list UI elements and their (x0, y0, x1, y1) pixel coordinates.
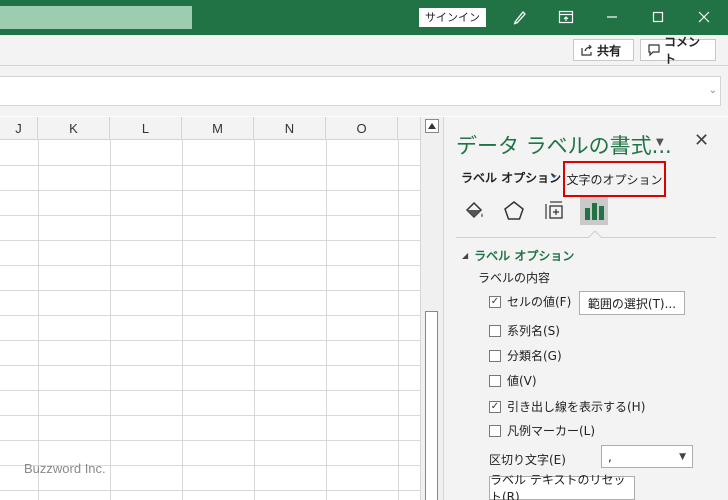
separator-value: , (608, 449, 612, 464)
formula-bar-area: ⌄ (0, 66, 728, 116)
tab-text-options-label: 文字のオプション (566, 172, 663, 187)
option-legend-key[interactable]: 凡例マーカー(L) (489, 422, 595, 439)
grid-line (0, 265, 420, 266)
grid-line (0, 440, 420, 441)
title-bar: サインイン (0, 0, 728, 35)
column-header-m[interactable]: M (182, 117, 254, 140)
share-label: 共有 (597, 43, 622, 58)
pane-title: データ ラベルの書式... (456, 134, 672, 158)
option-value[interactable]: 値(V) (489, 372, 537, 389)
grid-line (182, 140, 183, 500)
checkbox-series-name[interactable] (489, 324, 501, 337)
reset-label-text-button[interactable]: ラベル テキストのリセット(R) (489, 473, 635, 500)
option-cell-value[interactable]: ✓ セルの値(F) (489, 293, 571, 310)
grid-line (0, 240, 420, 241)
pane-close-icon[interactable]: ✕ (694, 130, 709, 151)
grid-line (0, 490, 420, 491)
option-series-name[interactable]: 系列名(S) (489, 322, 560, 339)
tab-text-options[interactable]: 文字のオプション (563, 161, 666, 197)
option-label: 引き出し線を表示する(H) (507, 400, 646, 414)
divider-notch (588, 230, 602, 238)
chevron-down-icon[interactable]: ⌄ (549, 167, 559, 181)
scroll-thumb[interactable] (425, 311, 438, 500)
maximize-icon[interactable] (647, 7, 669, 27)
pen-icon[interactable] (509, 7, 531, 27)
minimize-icon[interactable] (601, 7, 623, 27)
option-label: セルの値(F) (507, 295, 572, 309)
effects-icon[interactable] (500, 197, 528, 225)
column-header-k[interactable]: K (38, 117, 110, 140)
section-title: ラベル オプション (474, 249, 575, 263)
size-properties-icon[interactable] (540, 197, 568, 225)
comment-icon (648, 44, 660, 57)
close-icon[interactable] (693, 7, 715, 27)
section-label-options[interactable]: ◢ ラベル オプション (462, 247, 574, 264)
chevron-down-icon: ▼ (679, 451, 686, 462)
signin-button[interactable]: サインイン (419, 8, 486, 27)
tab-label-options[interactable]: ラベル オプション (461, 169, 561, 186)
column-header-j[interactable]: J (0, 117, 38, 140)
select-range-button[interactable]: 範囲の選択(T)... (579, 291, 685, 315)
separator-select[interactable]: , ▼ (601, 445, 693, 468)
separator-label: 区切り文字(E) (489, 453, 566, 467)
divider (456, 237, 716, 238)
fill-line-icon[interactable] (460, 197, 488, 225)
option-label: 系列名(S) (507, 324, 560, 338)
grid-line (0, 190, 420, 191)
checkbox-legend-key[interactable] (489, 424, 501, 437)
column-header-o[interactable]: O (326, 117, 398, 140)
vertical-scrollbar[interactable] (420, 117, 443, 500)
grid-line (38, 140, 39, 500)
ribbon: 共有 コメント (0, 35, 728, 66)
grid-line (0, 290, 420, 291)
option-category-name[interactable]: 分類名(G) (489, 347, 562, 364)
triangle-up-icon (428, 123, 436, 129)
format-data-labels-pane: データ ラベルの書式... ▼ ✕ ラベル オプション ⌄ 文字のオプション ◢… (443, 117, 728, 500)
chevron-down-icon[interactable]: ⌄ (709, 85, 717, 96)
grid-line (0, 340, 420, 341)
checkbox-category-name[interactable] (489, 349, 501, 362)
label-options-icon[interactable] (580, 197, 608, 225)
grid-line (0, 390, 420, 391)
checkbox-show-leader-lines[interactable]: ✓ (489, 400, 501, 413)
scroll-up-button[interactable] (425, 119, 439, 133)
column-header-l[interactable]: L (110, 117, 182, 140)
ribbon-display-icon[interactable] (555, 7, 577, 27)
grid-line (110, 140, 111, 500)
collapse-triangle-icon: ◢ (462, 251, 469, 260)
column-header-p[interactable] (398, 117, 420, 140)
grid-line (254, 140, 255, 500)
option-label: 値(V) (507, 374, 537, 388)
search-box[interactable] (0, 6, 192, 29)
option-label: 分類名(G) (507, 349, 562, 363)
comment-button[interactable]: コメント (640, 35, 716, 66)
formula-bar[interactable]: ⌄ (0, 76, 721, 106)
share-button[interactable]: 共有 (573, 39, 634, 61)
checkbox-value[interactable] (489, 374, 501, 387)
grid-line (0, 215, 420, 216)
grid-line (0, 415, 420, 416)
comment-label: コメント (664, 35, 701, 66)
option-show-leader-lines[interactable]: ✓ 引き出し線を表示する(H) (489, 398, 645, 415)
spreadsheet-grid[interactable]: J K L M N O Buzzword Inc. (0, 117, 420, 500)
grid-line (0, 315, 420, 316)
pane-options-dropdown-icon[interactable]: ▼ (656, 137, 664, 148)
share-icon (581, 44, 592, 56)
option-label: 凡例マーカー(L) (507, 424, 596, 438)
grid-line (0, 365, 420, 366)
label-contains-heading: ラベルの内容 (478, 271, 551, 285)
grid-line (326, 140, 327, 500)
grid-line (0, 165, 420, 166)
checkbox-cell-value[interactable]: ✓ (489, 295, 501, 308)
grid-line (398, 140, 399, 500)
column-header-n[interactable]: N (254, 117, 326, 140)
watermark: Buzzword Inc. (24, 461, 106, 476)
